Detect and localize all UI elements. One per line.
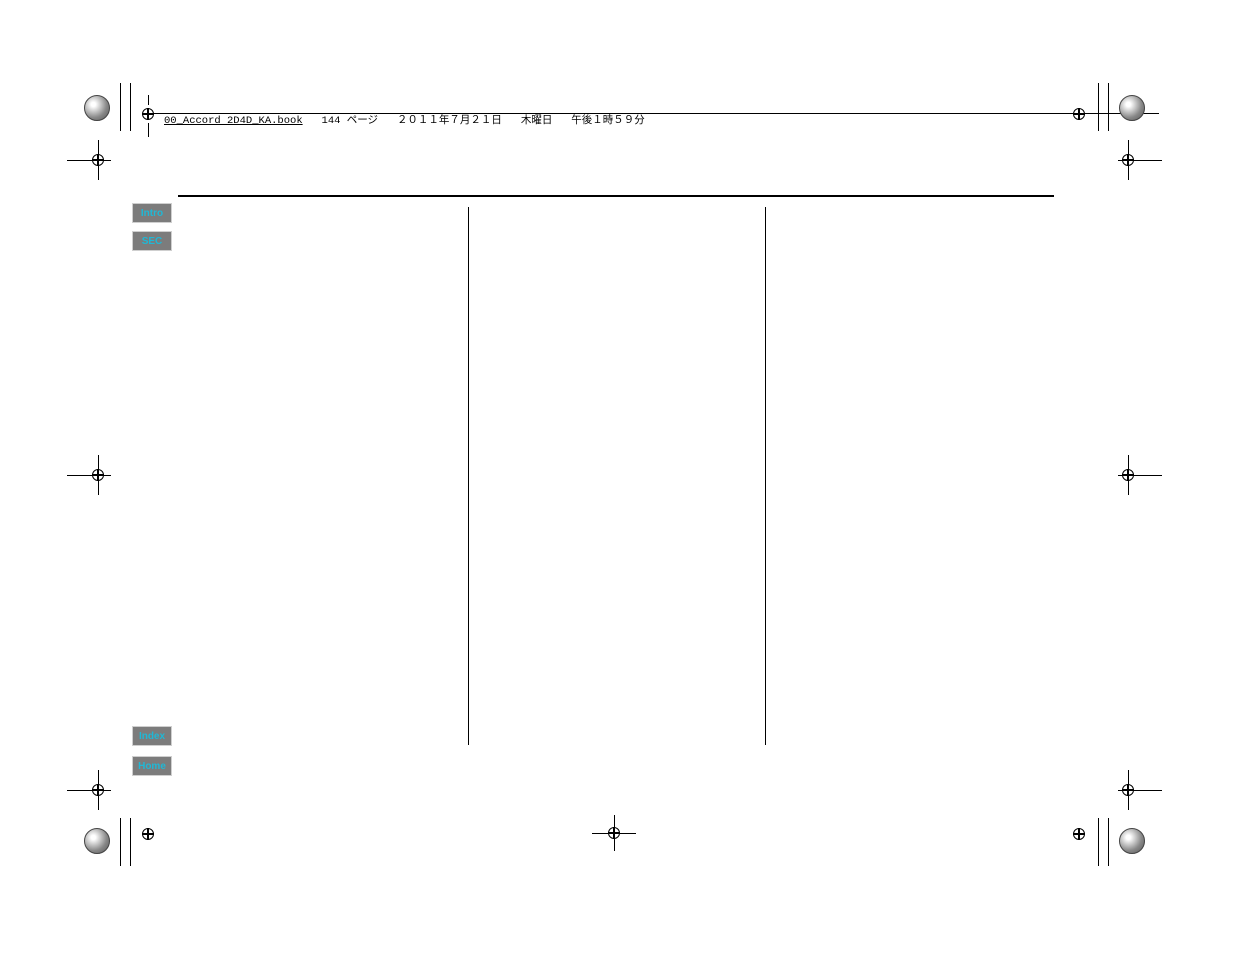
crop-mark [148, 95, 149, 105]
crop-mark [148, 123, 149, 137]
page-label: 144 ページ [322, 115, 379, 127]
registration-crosshair-icon [92, 784, 104, 796]
crop-mark [1108, 818, 1109, 866]
crop-mark [120, 818, 121, 866]
registration-crosshair-icon [92, 469, 104, 481]
crop-mark [67, 475, 111, 476]
crop-mark [67, 160, 111, 161]
registration-dot-icon [84, 95, 110, 121]
crop-mark [154, 113, 1159, 114]
print-job-header: 00_Accord 2D4D_KA.book 144 ページ ２０１１年７月２１… [164, 112, 645, 127]
print-date: ２０１１年７月２１日 [397, 115, 502, 127]
crop-mark [1098, 83, 1099, 131]
registration-crosshair-icon [92, 154, 104, 166]
nav-tab-sec[interactable]: SEC [132, 231, 172, 251]
registration-crosshair-icon [1073, 828, 1085, 840]
crop-mark [130, 818, 131, 866]
nav-tab-home[interactable]: Home [132, 756, 172, 776]
nav-tab-intro-label: Intro [141, 208, 163, 219]
crop-mark [1108, 83, 1109, 131]
nav-tab-home-label: Home [138, 761, 166, 772]
registration-dot-icon [84, 828, 110, 854]
registration-crosshair-icon [608, 827, 620, 839]
registration-crosshair-icon [142, 108, 154, 120]
registration-crosshair-icon [1122, 154, 1134, 166]
print-time: 午後１時５９分 [571, 115, 645, 127]
column-divider-2 [765, 207, 766, 745]
crop-mark [1098, 818, 1099, 866]
registration-crosshair-icon [1122, 784, 1134, 796]
registration-dot-icon [1119, 828, 1145, 854]
nav-tab-intro[interactable]: Intro [132, 203, 172, 223]
book-file-name: 00_Accord 2D4D_KA.book [164, 115, 303, 127]
crop-mark [120, 83, 121, 131]
nav-tab-sec-label: SEC [142, 236, 163, 247]
nav-tab-index-label: Index [139, 731, 165, 742]
nav-tab-index[interactable]: Index [132, 726, 172, 746]
registration-dot-icon [1119, 95, 1145, 121]
column-divider-1 [468, 207, 469, 745]
registration-crosshair-icon [142, 828, 154, 840]
registration-crosshair-icon [1073, 108, 1085, 120]
registration-crosshair-icon [1122, 469, 1134, 481]
crop-mark [67, 790, 111, 791]
page-top-rule [178, 195, 1054, 197]
print-weekday: 木曜日 [521, 115, 553, 127]
crop-mark [130, 83, 131, 131]
